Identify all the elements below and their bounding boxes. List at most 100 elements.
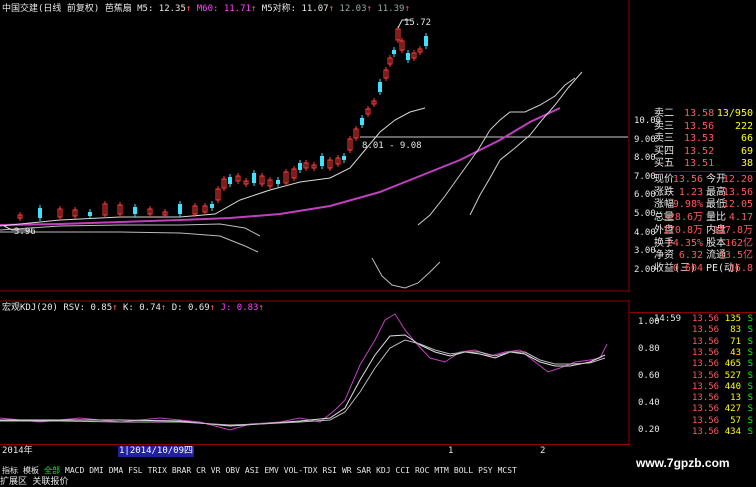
low-label: 3.96 xyxy=(14,227,36,237)
tick-side: S xyxy=(747,404,753,415)
indicator-tab[interactable]: SAR xyxy=(357,465,371,476)
ma-line-purple xyxy=(0,107,561,226)
kdj-line-j xyxy=(0,313,608,431)
stats-value-2: 16.8 xyxy=(728,262,753,274)
tick-price: 13.56 xyxy=(692,359,720,370)
quote-panel: 卖二 13.58 13/950 卖三 13.56 222 卖三 13.53 66 买四 13.52 6… xyxy=(630,108,756,308)
kdj-chart[interactable] xyxy=(0,300,630,445)
tick-side: S xyxy=(747,427,753,437)
indicator-tab[interactable]: 指标 xyxy=(2,465,18,476)
stats-label-1: 涨幅 xyxy=(654,199,674,211)
tick-price: 13.56 xyxy=(692,415,720,426)
candle-body xyxy=(392,50,396,54)
tick-divider xyxy=(630,312,756,313)
stats-value-2: 157.8万 xyxy=(712,224,753,236)
tick-price: 13.56 xyxy=(692,370,720,381)
stats-label-1: 净资 xyxy=(654,250,674,262)
order-price: 13.58 xyxy=(684,108,715,119)
tick-volume: 135 xyxy=(724,314,741,324)
tick-row: 13.56 434 S xyxy=(630,427,755,441)
candle-body xyxy=(298,163,302,170)
ma-line-white-5 xyxy=(417,77,576,226)
indicator-tab[interactable]: MTM xyxy=(434,465,448,476)
indicator-tab[interactable]: RSI xyxy=(323,465,337,476)
candle-body xyxy=(424,36,428,46)
indicator-tab[interactable]: FSL xyxy=(128,465,142,476)
candle-body xyxy=(320,156,324,166)
tick-price: 13.56 xyxy=(692,336,720,347)
stats-value-1: 13.56 xyxy=(672,174,703,185)
indicator-tab[interactable]: OBV xyxy=(225,465,239,476)
tick-side: S xyxy=(747,415,753,426)
tick-price: 13.56 xyxy=(692,381,720,392)
tick-price: 13.56 xyxy=(692,404,720,415)
x-axis-cursor-date[interactable]: 1|2014/10/09四 xyxy=(118,446,195,457)
order-price: 13.51 xyxy=(684,158,715,170)
status-bar-text[interactable]: 扩展区 关联报价 xyxy=(0,477,68,487)
indicator-tab[interactable]: DMA xyxy=(109,465,123,476)
stats-value-1: 24.35% xyxy=(666,237,703,249)
tick-side: S xyxy=(747,336,753,347)
indicator-tab[interactable]: VR xyxy=(211,465,221,476)
candle-body xyxy=(342,156,346,160)
status-bar: 扩展区 关联报价 xyxy=(0,477,756,487)
watermark: www.7gpzb.com xyxy=(636,456,730,470)
tick-side: S xyxy=(747,359,753,370)
indicator-tab[interactable]: WR xyxy=(342,465,352,476)
main-price-chart[interactable]: 15.72 8.01 - 9.08 3.96 xyxy=(0,0,630,292)
candle-body xyxy=(360,118,364,125)
stats-row: 收益(三) 0.604 PE(动) 16.8 xyxy=(630,263,755,278)
indicator-tab[interactable]: 模板 xyxy=(23,465,39,476)
order-label: 卖二 xyxy=(654,108,674,119)
indicator-tab[interactable]: BRAR xyxy=(172,465,191,476)
order-price: 13.56 xyxy=(684,120,715,132)
order-volume: 69 xyxy=(740,145,753,157)
indicator-tab[interactable]: BOLL xyxy=(454,465,473,476)
x-axis-year: 2014年 xyxy=(2,446,33,456)
indicator-tab[interactable]: KDJ xyxy=(376,465,390,476)
stats-label-1: 涨跌 xyxy=(654,186,674,198)
candlesticks xyxy=(17,26,428,221)
stats-value-2: 13.5亿 xyxy=(718,250,753,262)
stats-label-2: 股本 xyxy=(706,237,726,249)
ma-line-white-2 xyxy=(0,223,261,237)
indicator-tab[interactable]: ROC xyxy=(415,465,429,476)
tick-price: 13.56 xyxy=(692,347,720,358)
stats-value-1: 170.8万 xyxy=(662,224,703,236)
order-price: 13.52 xyxy=(684,145,715,157)
tick-side: S xyxy=(747,393,753,404)
ma-line-white-3 xyxy=(0,231,259,253)
tick-time: 14:59 xyxy=(654,314,682,324)
indicator-tab[interactable]: PSY xyxy=(478,465,492,476)
order-volume: 222 xyxy=(734,120,753,132)
high-label: 15.72 xyxy=(404,18,431,28)
tick-side: S xyxy=(747,314,753,324)
indicator-tab[interactable]: EMV xyxy=(264,465,278,476)
x-axis-tick-2: 2 xyxy=(540,446,546,456)
tick-price: 13.56 xyxy=(692,314,720,324)
tick-volume: 83 xyxy=(730,325,741,336)
panel-divider xyxy=(654,171,756,172)
ma-line-white-4 xyxy=(371,257,441,289)
indicator-tab[interactable]: CR xyxy=(196,465,206,476)
stats-value-1: 328.6万 xyxy=(662,212,703,224)
candle-body xyxy=(38,208,42,218)
indicator-tab[interactable]: VOL-TDX xyxy=(284,465,318,476)
indicator-tab[interactable]: 全部 xyxy=(44,465,60,476)
indicator-tab[interactable]: CCI xyxy=(396,465,410,476)
indicator-tab[interactable]: TRIX xyxy=(148,465,167,476)
order-price: 13.53 xyxy=(684,133,715,145)
candle-body xyxy=(210,204,214,208)
indicator-tab[interactable]: ASI xyxy=(245,465,259,476)
tick-volume: 434 xyxy=(724,427,741,437)
candle-body xyxy=(88,212,92,216)
stats-value-2: 13.56 xyxy=(722,186,753,198)
watermark-text: www.7gpzb.com xyxy=(636,456,730,470)
indicator-tab[interactable]: MACD xyxy=(65,465,84,476)
indicator-tab[interactable]: MCST xyxy=(498,465,517,476)
indicator-tab[interactable]: DMI xyxy=(89,465,103,476)
tick-volume: 71 xyxy=(730,336,741,347)
tick-price: 13.56 xyxy=(692,393,720,404)
x-axis: 2014年 1|2014/10/09四 1 2 xyxy=(0,444,630,459)
order-label: 卖三 xyxy=(654,133,674,145)
